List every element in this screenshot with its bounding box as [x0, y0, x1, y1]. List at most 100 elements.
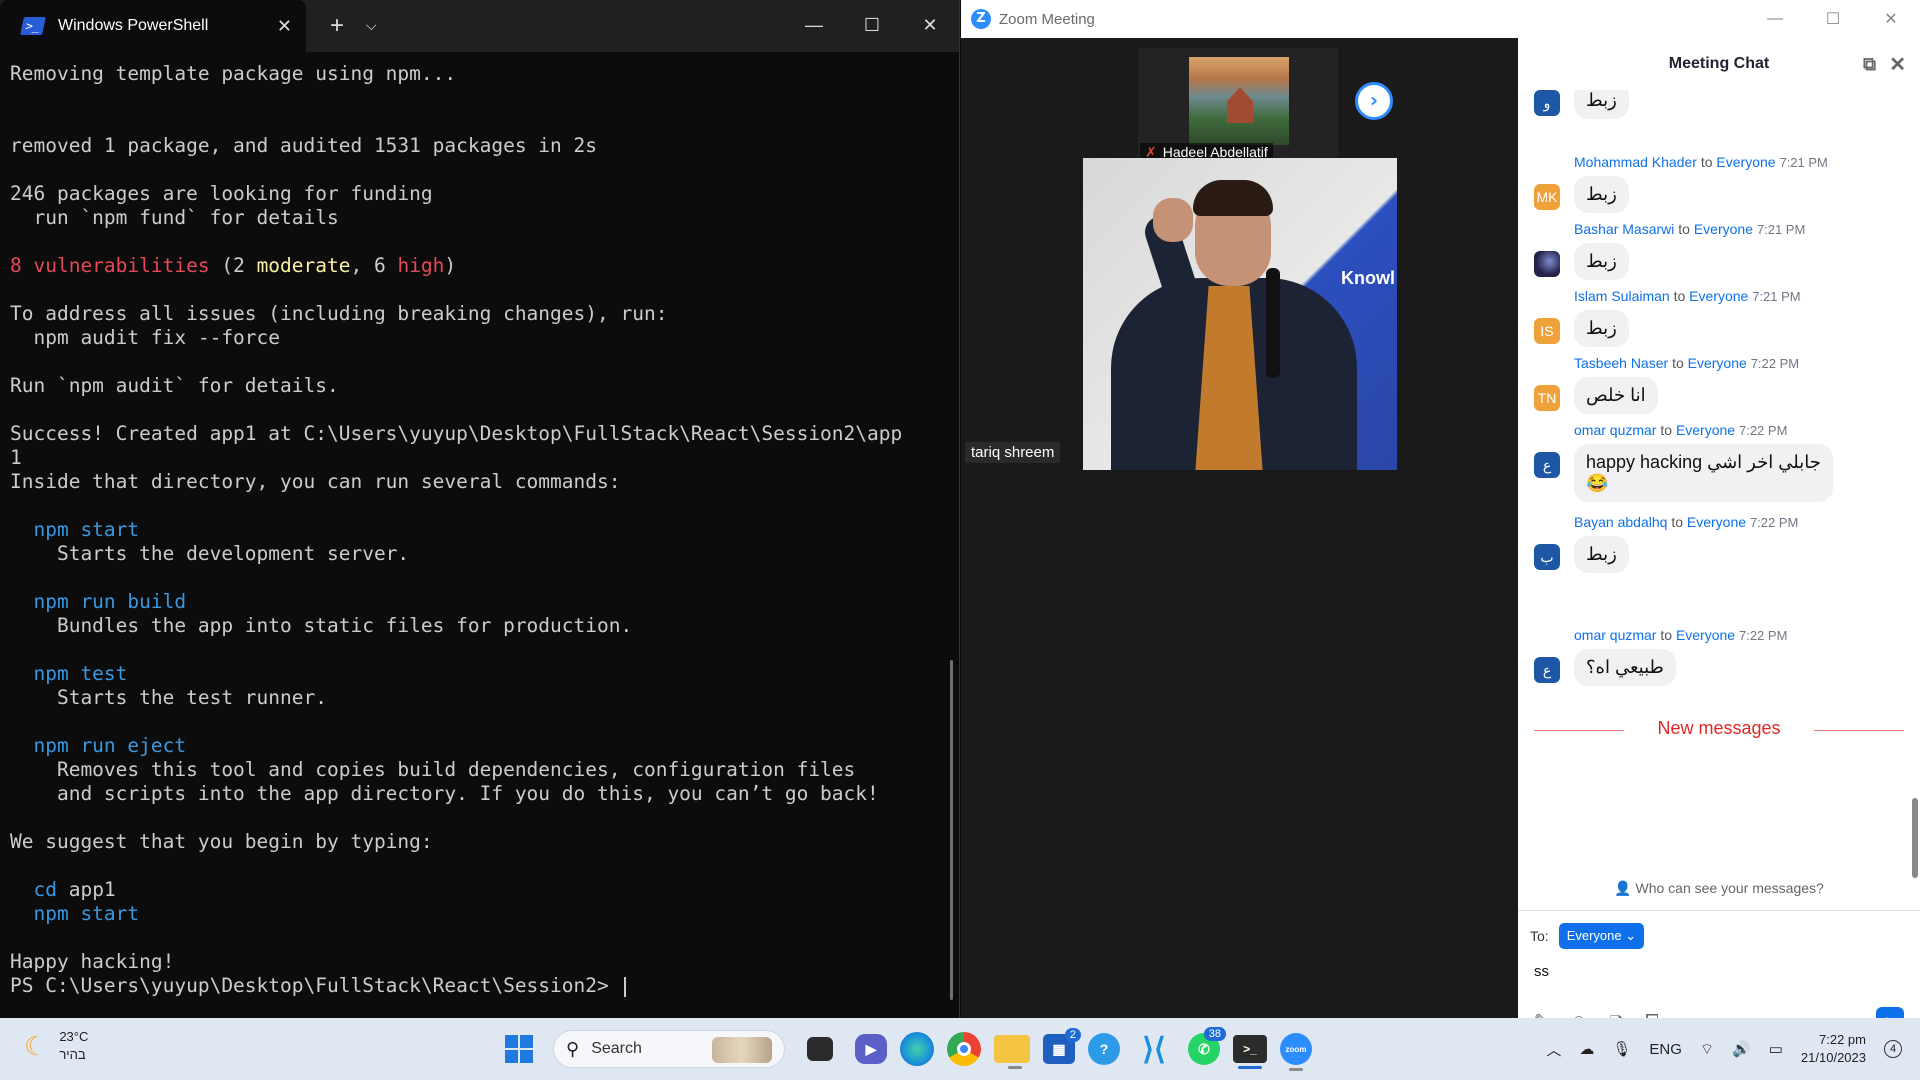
- sender-name[interactable]: omar quzmar: [1574, 627, 1656, 643]
- microsoft-store-icon[interactable]: ▦ 2: [1043, 1028, 1081, 1064]
- terminal-tab[interactable]: >_ Windows PowerShell ✕: [0, 0, 306, 52]
- battery-icon[interactable]: ▭: [1769, 1040, 1783, 1058]
- meeting-chat-panel: Meeting Chat ⧉ ✕ New messages 🗨 ☺ ··· وز…: [1518, 38, 1920, 1035]
- temperature: 23°C: [59, 1029, 89, 1044]
- avatar[interactable]: ع: [1534, 657, 1560, 683]
- minimize-button[interactable]: —: [1746, 0, 1804, 38]
- vscode-icon[interactable]: ⟩⟨: [1133, 1028, 1175, 1070]
- powershell-window: >_ Windows PowerShell ✕ + ⌵ — ☐ ✕ Removi…: [0, 0, 960, 1018]
- terminal-line: Removing template package using npm...: [10, 62, 457, 85]
- message-time: 7:21 PM: [1752, 289, 1801, 304]
- chrome-icon[interactable]: [947, 1032, 981, 1066]
- avatar[interactable]: TN: [1534, 385, 1560, 411]
- new-messages-divider: New messages: [1534, 716, 1904, 746]
- start-button[interactable]: [498, 1028, 540, 1070]
- sender-name[interactable]: Islam Sulaiman: [1574, 288, 1670, 304]
- chat-scrollbar[interactable]: [1912, 798, 1918, 878]
- cloud-offline-icon[interactable]: ☁: [1579, 1040, 1594, 1058]
- message-bubble: زبط: [1574, 310, 1629, 347]
- chat-compose: To: Everyone ⌄ ss ✎ ☺ 🗎 ⧠ ⌄ ··· ➤: [1518, 910, 1920, 1035]
- taskbar-search[interactable]: ⚲ Search: [553, 1030, 785, 1068]
- chat-input[interactable]: ss: [1534, 963, 1549, 980]
- message-time: 7:22 PM: [1750, 356, 1800, 371]
- microphone-icon[interactable]: 🎙: [1612, 1040, 1631, 1058]
- wifi-icon[interactable]: ⌔: [1700, 1040, 1714, 1059]
- zoom-icon[interactable]: zoom: [1280, 1033, 1312, 1071]
- whatsapp-icon[interactable]: ✆ 38: [1188, 1027, 1226, 1065]
- terminal-output[interactable]: Removing template package using npm... re…: [0, 52, 959, 1008]
- video-area: ✗ Hadeel Abdellatif › Knowl tariq shreem: [961, 38, 1518, 1018]
- close-button[interactable]: ✕: [1862, 0, 1920, 38]
- recipient-row: To: Everyone ⌄: [1530, 923, 1645, 949]
- speaker-video[interactable]: Knowl: [1083, 158, 1397, 470]
- avatar[interactable]: و: [1534, 90, 1560, 116]
- message-meta: omar quzmar to Everyone 7:22 PM: [1574, 422, 1788, 438]
- terminal-icon[interactable]: >_: [1233, 1035, 1267, 1069]
- tab-close-icon[interactable]: ✕: [277, 16, 292, 37]
- next-page-button[interactable]: ›: [1355, 82, 1393, 120]
- participant-thumbnail[interactable]: ✗ Hadeel Abdellatif: [1138, 48, 1338, 164]
- new-tab-button[interactable]: +: [330, 12, 344, 40]
- close-button[interactable]: ✕: [901, 0, 959, 50]
- sender-name[interactable]: omar quzmar: [1574, 422, 1656, 438]
- edge-icon[interactable]: [900, 1032, 934, 1066]
- popout-icon[interactable]: ⧉: [1863, 54, 1876, 75]
- message-bubble: زبط: [1574, 90, 1629, 119]
- weather-condition: בהיר: [59, 1047, 86, 1062]
- terminal-line: and scripts into the app directory. If y…: [10, 782, 879, 805]
- close-chat-icon[interactable]: ✕: [1889, 52, 1906, 77]
- message-time: 7:21 PM: [1756, 222, 1806, 237]
- terminal-line: npm audit fix --force: [10, 326, 281, 349]
- terminal-line: PS C:\Users\yuyup\Desktop\FullStack\Reac…: [10, 974, 949, 998]
- clock[interactable]: 7:22 pm 21/10/2023: [1801, 1031, 1866, 1067]
- task-view-icon[interactable]: [807, 1037, 833, 1061]
- avatar[interactable]: ع: [1534, 452, 1560, 478]
- message-bubble: زبط: [1574, 536, 1629, 573]
- help-icon[interactable]: ?: [1088, 1033, 1120, 1065]
- message-meta: Bashar Masarwi to Everyone 7:21 PM: [1574, 221, 1806, 237]
- powershell-titlebar: >_ Windows PowerShell ✕ + ⌵ — ☐ ✕: [0, 0, 959, 52]
- text-cursor: [624, 976, 627, 997]
- chat-message-list[interactable]: New messages 🗨 ☺ ··· وزبطMKMohammad Khad…: [1518, 90, 1920, 872]
- avatar[interactable]: ب: [1534, 544, 1560, 570]
- sender-name[interactable]: Tasbeeh Naser: [1574, 355, 1668, 371]
- minimize-button[interactable]: —: [785, 0, 843, 50]
- chevron-down-icon[interactable]: ⌵: [366, 18, 377, 34]
- powershell-icon: >_: [20, 17, 46, 35]
- message-bubble: انا خلص: [1574, 377, 1658, 414]
- file-explorer-icon[interactable]: [994, 1035, 1030, 1069]
- chevron-up-icon[interactable]: ︿: [1546, 1039, 1561, 1060]
- volume-icon[interactable]: 🔊: [1732, 1040, 1751, 1058]
- who-can-see-link[interactable]: 👤 Who can see your messages?: [1518, 880, 1920, 897]
- message-time: 7:22 PM: [1738, 628, 1788, 643]
- teams-chat-icon[interactable]: ▶: [855, 1034, 887, 1064]
- recipient-dropdown[interactable]: Everyone ⌄: [1558, 923, 1645, 949]
- sender-name[interactable]: Bashar Masarwi: [1574, 221, 1674, 237]
- terminal-line: 246 packages are looking for funding: [10, 182, 433, 205]
- language-indicator[interactable]: ENG: [1649, 1041, 1682, 1058]
- terminal-scrollbar[interactable]: [950, 660, 953, 1000]
- message-time: 7:22 PM: [1749, 515, 1799, 530]
- message-meta: Islam Sulaiman to Everyone 7:21 PM: [1574, 288, 1801, 304]
- avatar[interactable]: MK: [1534, 184, 1560, 210]
- terminal-line: removed 1 package, and audited 1531 pack…: [10, 134, 597, 157]
- maximize-button[interactable]: ☐: [843, 0, 901, 50]
- system-tray: ︿ ☁ 🎙 ENG ⌔ 🔊 ▭ 7:22 pm 21/10/2023 4: [1546, 1018, 1920, 1080]
- notification-badge[interactable]: 4: [1884, 1040, 1902, 1058]
- avatar[interactable]: IS: [1534, 318, 1560, 344]
- sender-name[interactable]: Bayan abdalhq: [1574, 514, 1667, 530]
- avatar[interactable]: [1534, 251, 1560, 277]
- terminal-line: cd app1: [10, 878, 116, 901]
- terminal-line: npm run build: [10, 590, 187, 613]
- weather-widget[interactable]: ☾ 23°C בהיר: [24, 1028, 88, 1064]
- maximize-button[interactable]: ☐: [1804, 0, 1862, 38]
- sender-name[interactable]: Mohammad Khader: [1574, 154, 1697, 170]
- terminal-line: Happy hacking!: [10, 950, 175, 973]
